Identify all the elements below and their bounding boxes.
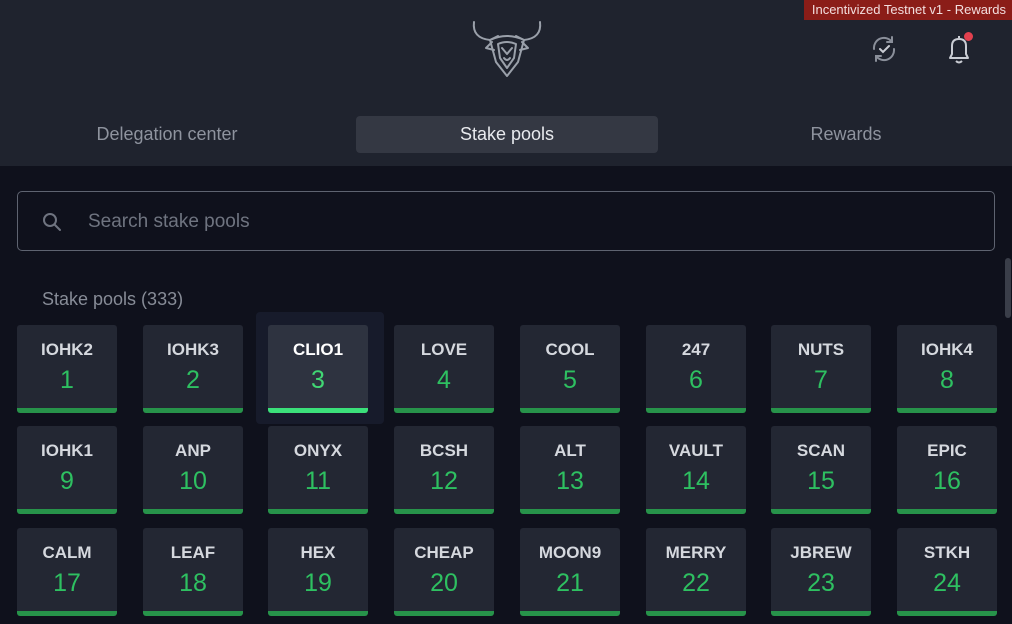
bull-logo-icon (472, 21, 542, 77)
pool-tile[interactable]: CALM 17 (17, 528, 117, 616)
pool-ticker: 247 (681, 340, 711, 359)
pool-ticker: BCSH (419, 441, 469, 460)
pool-rank: 8 (940, 366, 954, 394)
pool-ticker: CHEAP (414, 543, 474, 562)
pool-rank: 22 (682, 569, 710, 597)
pool-rank: 7 (814, 366, 828, 394)
pool-tile[interactable]: LEAF 18 (143, 528, 243, 616)
pool-ticker: LOVE (420, 340, 468, 359)
pool-rank: 4 (437, 366, 451, 394)
pool-ticker: ANP (175, 441, 211, 460)
pool-ticker: CALM (42, 543, 92, 562)
pool-rank: 5 (563, 366, 577, 394)
pool-rank: 9 (60, 467, 74, 495)
pool-tile[interactable]: LOVE 4 (394, 325, 494, 413)
tab-delegation-center[interactable]: Delegation center (30, 116, 304, 153)
pool-ticker: CLIO1 (292, 340, 344, 359)
pool-ticker: IOHK4 (921, 340, 973, 359)
pool-tile[interactable]: JBREW 23 (771, 528, 871, 616)
main-tabs: Delegation center Stake pools Rewards (0, 116, 1012, 153)
pool-tile[interactable]: BCSH 12 (394, 426, 494, 514)
pool-rank: 11 (305, 467, 331, 495)
search-box (17, 191, 995, 252)
pool-tile[interactable]: IOHK1 9 (17, 426, 117, 514)
pool-tile[interactable]: SCAN 15 (771, 426, 871, 514)
pool-tile[interactable]: COOL 5 (520, 325, 620, 413)
pool-ticker: ONYX (293, 441, 343, 460)
tab-rewards[interactable]: Rewards (706, 116, 986, 153)
pool-rank: 13 (556, 467, 584, 495)
pool-rank: 18 (179, 569, 207, 597)
pool-tile[interactable]: ANP 10 (143, 426, 243, 514)
pool-ticker: MERRY (665, 543, 727, 562)
pool-tile[interactable]: CLIO1 3 (268, 325, 368, 413)
search-input[interactable] (86, 192, 970, 252)
pool-rank: 3 (311, 366, 325, 394)
pool-rank: 23 (807, 569, 835, 597)
pool-tile[interactable]: MOON9 21 (520, 528, 620, 616)
pool-ticker: ALT (554, 441, 586, 460)
pool-tile[interactable]: EPIC 16 (897, 426, 997, 514)
pool-ticker: NUTS (797, 340, 845, 359)
pool-ticker: IOHK3 (167, 340, 219, 359)
pool-ticker: COOL (545, 340, 595, 359)
pool-ticker: IOHK1 (41, 441, 93, 460)
pool-tile[interactable]: MERRY 22 (646, 528, 746, 616)
pool-ticker: MOON9 (538, 543, 602, 562)
pool-tile[interactable]: IOHK2 1 (17, 325, 117, 413)
pool-rank: 16 (933, 467, 961, 495)
pool-rank: 24 (933, 569, 961, 597)
notification-dot (964, 32, 973, 41)
pool-ticker: EPIC (927, 441, 967, 460)
search-icon (43, 213, 61, 231)
pool-tile[interactable]: 247 6 (646, 325, 746, 413)
scrollbar[interactable] (1005, 258, 1011, 318)
pool-tile[interactable]: ALT 13 (520, 426, 620, 514)
pool-tile[interactable]: STKH 24 (897, 528, 997, 616)
pool-tile[interactable]: NUTS 7 (771, 325, 871, 413)
pool-ticker: LEAF (170, 543, 216, 562)
pool-rank: 15 (807, 467, 835, 495)
pool-rank: 2 (186, 366, 200, 394)
pool-tile[interactable]: IOHK4 8 (897, 325, 997, 413)
pool-tile[interactable]: VAULT 14 (646, 426, 746, 514)
pool-ticker: SCAN (796, 441, 846, 460)
tab-stake-pools[interactable]: Stake pools (356, 116, 658, 153)
pool-ticker: JBREW (790, 543, 852, 562)
pool-rank: 21 (556, 569, 584, 597)
testnet-badge: Incentivized Testnet v1 - Rewards (803, 0, 1012, 20)
pool-rank: 10 (179, 467, 207, 495)
pool-rank: 14 (682, 467, 710, 495)
pool-tile[interactable]: HEX 19 (268, 528, 368, 616)
pool-tile[interactable]: IOHK3 2 (143, 325, 243, 413)
stake-pools-count: Stake pools (333) (42, 289, 184, 309)
pool-tile[interactable]: CHEAP 20 (394, 528, 494, 616)
pool-tile[interactable]: ONYX 11 (268, 426, 368, 514)
pool-rank: 12 (430, 467, 458, 495)
pool-ticker: STKH (923, 543, 971, 562)
sync-check-icon[interactable] (868, 33, 900, 65)
pool-rank: 1 (60, 366, 74, 394)
pool-ticker: IOHK2 (41, 340, 93, 359)
notifications-button[interactable] (944, 32, 974, 66)
top-bar: Incentivized Testnet v1 - Rewards Delega… (0, 0, 1012, 166)
pool-rank: 17 (53, 569, 81, 597)
pool-ticker: VAULT (668, 441, 724, 460)
pool-ticker: HEX (300, 543, 336, 562)
pool-rank: 20 (430, 569, 458, 597)
pool-rank: 6 (689, 366, 703, 394)
pool-rank: 19 (304, 569, 332, 597)
